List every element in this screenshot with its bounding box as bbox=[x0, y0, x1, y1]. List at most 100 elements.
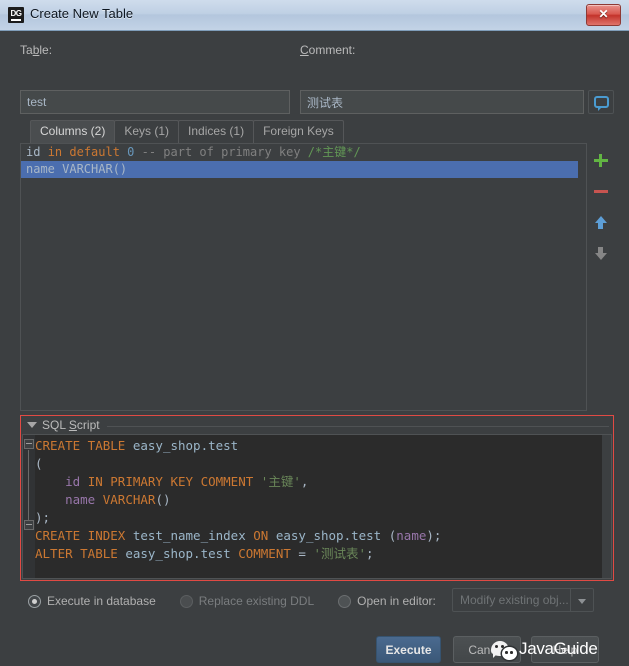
column-text-fragment: 0 bbox=[127, 145, 142, 159]
sql-token: ); bbox=[426, 528, 442, 543]
columns-list[interactable]: id in default 0 -- part of primary key /… bbox=[20, 143, 587, 411]
radio-execute-in-database[interactable]: Execute in database bbox=[28, 594, 156, 608]
column-text-fragment: id bbox=[26, 145, 48, 159]
datagrip-dg-icon: DG bbox=[8, 7, 24, 23]
editor-gutter[interactable] bbox=[23, 435, 35, 578]
tab-label: Keys (1) bbox=[124, 124, 170, 138]
columns-toolbar bbox=[588, 143, 614, 411]
move-up-button[interactable] bbox=[588, 210, 614, 236]
sql-line: id IN PRIMARY KEY COMMENT '主键', bbox=[35, 473, 441, 491]
sql-script-panel: SQL Script CREATE TABLE easy_shop.test( … bbox=[20, 415, 614, 581]
sql-editor-scrollbar[interactable] bbox=[602, 435, 611, 578]
radio-label: Execute in database bbox=[47, 594, 156, 608]
sql-token: CREATE TABLE bbox=[35, 438, 133, 453]
execute-button[interactable]: Execute bbox=[376, 636, 441, 663]
sql-token: CREATE INDEX bbox=[35, 528, 133, 543]
table-name-input[interactable] bbox=[20, 90, 290, 114]
fold-marker-close-icon[interactable] bbox=[24, 520, 34, 530]
header-divider bbox=[106, 425, 609, 427]
help-button-label: Help bbox=[552, 642, 578, 657]
radio-label: Replace existing DDL bbox=[198, 594, 315, 608]
radio-indicator bbox=[179, 594, 193, 608]
close-icon: ✕ bbox=[598, 7, 609, 21]
tab-label: Indices (1) bbox=[188, 124, 245, 138]
column-text-fragment: -- part of primary key bbox=[141, 145, 308, 159]
dropdown-value: Modify existing obj... bbox=[460, 593, 569, 607]
column-list-item[interactable]: name VARCHAR() bbox=[21, 161, 586, 178]
radio-indicator bbox=[338, 594, 352, 608]
radio-indicator bbox=[28, 594, 41, 608]
sql-token: ( bbox=[35, 456, 43, 471]
fold-marker-open-icon[interactable] bbox=[24, 439, 34, 449]
triangle-down-icon[interactable] bbox=[27, 422, 37, 428]
column-text-fragment: name VARCHAR() bbox=[26, 162, 128, 176]
sql-line: ); bbox=[35, 509, 441, 527]
sql-line: ( bbox=[35, 455, 441, 473]
close-button[interactable]: ✕ bbox=[586, 4, 621, 26]
tab-foreign-keys[interactable]: Foreign Keys bbox=[253, 120, 344, 143]
sql-editor[interactable]: CREATE TABLE easy_shop.test( id IN PRIMA… bbox=[22, 434, 612, 579]
fold-region-line bbox=[28, 450, 29, 520]
column-text-fragment: /*主键*/ bbox=[307, 145, 361, 159]
tab-columns-2[interactable]: Columns (2) bbox=[30, 120, 116, 143]
sql-token: '测试表' bbox=[313, 546, 367, 561]
dialog-body: Table: Comment: Columns (2) Keys (1) Indic… bbox=[0, 31, 629, 663]
modify-existing-object-dropdown[interactable]: Modify existing obj... bbox=[452, 588, 594, 612]
window-title: Create New Table bbox=[30, 6, 134, 21]
sql-token: easy_shop.test bbox=[275, 528, 382, 543]
help-button[interactable]: Help bbox=[531, 636, 599, 663]
sql-token: () bbox=[155, 492, 171, 507]
sql-token: ; bbox=[366, 546, 374, 561]
sql-token: = bbox=[298, 546, 314, 561]
sql-line: ALTER TABLE easy_shop.test COMMENT = '测试… bbox=[35, 545, 441, 563]
sql-script-header[interactable]: SQL Script bbox=[21, 416, 613, 434]
remove-column-button[interactable] bbox=[588, 179, 614, 205]
minus-icon bbox=[594, 190, 608, 193]
sql-token: id bbox=[65, 474, 81, 489]
column-text-fragment: default bbox=[69, 145, 128, 159]
arrow-down-icon bbox=[595, 253, 607, 260]
sql-line: name VARCHAR() bbox=[35, 491, 441, 509]
object-tabs: Columns (2) Keys (1) Indices (1) Foreign Ke… bbox=[30, 120, 344, 143]
move-down-button[interactable] bbox=[588, 241, 614, 267]
cancel-button[interactable]: Cancel bbox=[453, 636, 521, 663]
sql-line: CREATE TABLE easy_shop.test bbox=[35, 437, 441, 455]
sql-token: name bbox=[396, 528, 427, 543]
sql-token: test_name_index bbox=[132, 528, 246, 543]
sql-script-label: SQL Script bbox=[42, 418, 100, 432]
execute-button-label: Execute bbox=[385, 642, 432, 657]
sql-token: ON bbox=[245, 528, 276, 543]
sql-line: CREATE INDEX test_name_index ON easy_sho… bbox=[35, 527, 441, 545]
chevron-down-icon[interactable] bbox=[570, 589, 593, 611]
sql-token: VARCHAR bbox=[95, 492, 156, 507]
arrow-up-icon-stem bbox=[598, 222, 603, 229]
cancel-button-label: Cancel bbox=[468, 642, 506, 657]
sql-code: CREATE TABLE easy_shop.test( id IN PRIMA… bbox=[35, 437, 441, 563]
sql-token: , bbox=[300, 474, 309, 489]
sql-token: easy_shop.test bbox=[132, 438, 239, 453]
table-label: Table: bbox=[20, 43, 53, 57]
sql-token: IN PRIMARY KEY COMMENT bbox=[80, 474, 261, 489]
arrow-down-icon-stem bbox=[598, 247, 603, 254]
sql-token: '主键' bbox=[260, 474, 301, 489]
column-text-fragment: in bbox=[47, 145, 70, 159]
comment-expand-button[interactable] bbox=[588, 90, 614, 114]
add-column-button[interactable] bbox=[588, 148, 614, 174]
radio-replace-existing-ddl[interactable]: Replace existing DDL bbox=[179, 594, 315, 608]
tab-keys-1[interactable]: Keys (1) bbox=[114, 120, 180, 143]
column-list-item[interactable]: id in default 0 -- part of primary key /… bbox=[21, 144, 586, 161]
plus-icon-vertical bbox=[599, 154, 602, 167]
create-new-table-dialog: DG Create New Table ✕ Table: Comment: Co… bbox=[0, 0, 629, 663]
comment-input[interactable] bbox=[300, 90, 584, 114]
tab-indices-1[interactable]: Indices (1) bbox=[178, 120, 255, 143]
sql-token: easy_shop.test bbox=[125, 546, 231, 561]
tab-label: Foreign Keys bbox=[263, 124, 334, 138]
radio-open-in-editor[interactable]: Open in editor: bbox=[338, 594, 436, 608]
sql-token: ); bbox=[35, 510, 51, 525]
radio-label: Open in editor: bbox=[357, 594, 436, 608]
speech-bubble-icon bbox=[594, 96, 609, 111]
comment-label: Comment: bbox=[300, 43, 356, 57]
columns-list-scrollbar[interactable] bbox=[578, 144, 586, 410]
